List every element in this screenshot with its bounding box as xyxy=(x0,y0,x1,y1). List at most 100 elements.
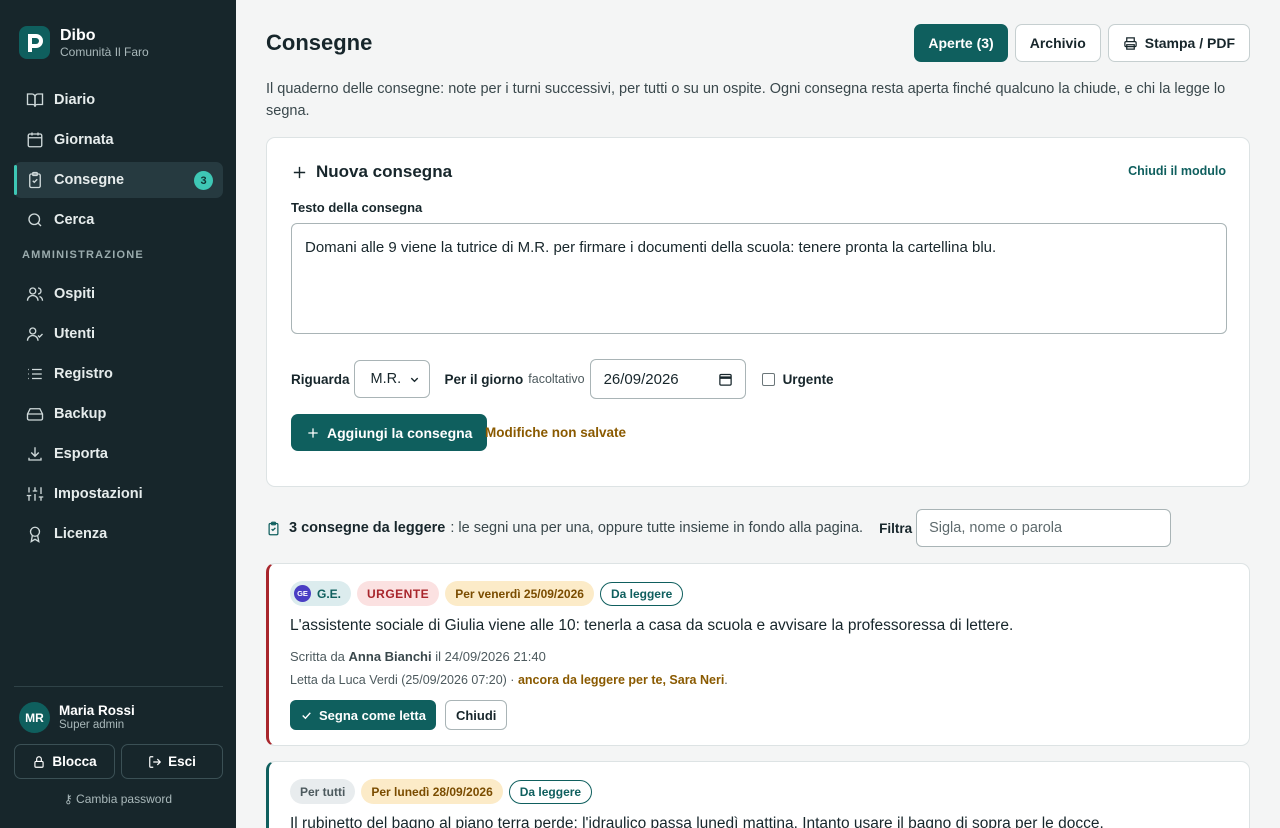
nav-label: Registro xyxy=(54,366,113,382)
logout-button[interactable]: Esci xyxy=(121,744,223,779)
pending-end: . xyxy=(724,673,728,687)
mark-read-button[interactable]: Segna come letta xyxy=(290,700,436,730)
search-icon xyxy=(28,213,42,227)
mark-read-label: Segna come letta xyxy=(319,707,426,723)
day-date-value: 26/09/2026 xyxy=(603,370,679,388)
nav-item-esporta[interactable]: Esporta xyxy=(14,436,223,472)
unread-status-line: 3 consegne da leggere : le segni una per… xyxy=(266,509,1250,547)
guest-select[interactable]: M.R. xyxy=(353,360,430,398)
new-note-form: Nuova consegna Chiudi il modulo Testo de… xyxy=(266,137,1250,487)
printer-icon xyxy=(1124,36,1137,50)
download-icon xyxy=(28,447,42,461)
note-text: L'assistente sociale di Giulia viene all… xyxy=(290,617,1014,634)
filter-label: Filtra xyxy=(879,520,913,536)
list-icon xyxy=(28,368,42,380)
nav-item-cerca[interactable]: Cerca xyxy=(14,202,223,238)
user-role: Super admin xyxy=(59,719,125,731)
admin-section-heading: AMMINISTRAZIONE xyxy=(22,249,144,261)
urgent-checkbox[interactable] xyxy=(761,372,775,386)
note-read-status: Letta da Luca Verdi (25/09/2026 07:20) ·… xyxy=(290,673,728,687)
nav-item-giornata[interactable]: Giornata xyxy=(14,122,223,158)
day-date-input[interactable]: 26/09/2026 xyxy=(589,359,746,399)
current-user: MR Maria Rossi Super admin xyxy=(19,702,135,733)
nav-item-impostazioni[interactable]: Impostazioni xyxy=(14,476,223,512)
pending-reader: ancora da leggere per te, Sara Neri xyxy=(517,673,725,687)
written-suffix: il 24/09/2026 21:40 xyxy=(435,649,546,664)
day-optional: facoltativo xyxy=(528,372,585,386)
print-label: Stampa / PDF xyxy=(1144,35,1235,51)
nav-item-ospiti[interactable]: Ospiti xyxy=(14,276,223,312)
add-note-label: Aggiungi la consegna xyxy=(327,424,473,441)
archive-button[interactable]: Archivio xyxy=(1014,24,1101,62)
to-read-tag: Da leggere xyxy=(599,581,684,606)
filter-input[interactable]: Sigla, nome o parola xyxy=(916,509,1172,547)
lock-icon xyxy=(34,755,45,768)
nav-label: Consegne xyxy=(54,172,125,188)
unread-hint: : le segni una per una, oppure tutte ins… xyxy=(450,520,864,536)
nav-label: Ospiti xyxy=(54,286,96,302)
note-card: Per tutti Per lunedì 28/09/2026 Da legge… xyxy=(266,761,1250,828)
urgent-label: Urgente xyxy=(782,371,834,387)
calendar-icon xyxy=(27,132,43,148)
page-intro: Il quaderno delle consegne: note per i t… xyxy=(266,81,1226,119)
change-password-label: Cambia password xyxy=(76,792,173,806)
text-label: Testo della consegna xyxy=(291,200,423,215)
main-nav: Diario Giornata Consegne 3 Cerca AMMINIS… xyxy=(14,82,223,556)
urgent-tag: URGENTE xyxy=(357,581,440,606)
check-icon xyxy=(302,711,311,719)
nav-item-utenti[interactable]: Utenti xyxy=(14,316,223,352)
nav-label: Backup xyxy=(54,406,107,422)
sidebar-divider xyxy=(14,686,223,687)
read-by: Letta da Luca Verdi (25/09/2026 07:20) · xyxy=(290,673,518,687)
note-author-line: Scritta da Anna Bianchi il 24/09/2026 21… xyxy=(290,649,546,664)
plus-icon xyxy=(293,166,306,178)
note-tags: GE G.E. URGENTE Per venerdì 25/09/2026 D… xyxy=(290,581,684,606)
logout-icon xyxy=(149,755,162,768)
form-title-text: Nuova consegna xyxy=(316,162,453,181)
print-pdf-button[interactable]: Stampa / PDF xyxy=(1107,24,1250,62)
sliders-icon xyxy=(26,487,44,501)
logout-label: Esci xyxy=(168,754,196,769)
to-read-tag: Da leggere xyxy=(508,779,593,804)
nav-label: Impostazioni xyxy=(54,486,143,502)
note-text-input[interactable]: Domani alle 9 viene la tutrice di M.R. p… xyxy=(291,223,1227,334)
note-author: Anna Bianchi xyxy=(348,649,432,664)
audience-tag: Per tutti xyxy=(290,779,356,804)
nav-label: Diario xyxy=(54,92,96,108)
user-check-icon xyxy=(26,327,43,341)
unread-count: 3 consegne da leggere xyxy=(289,520,446,536)
add-note-button[interactable]: Aggiungi la consegna xyxy=(291,414,488,451)
guest-initials: GE xyxy=(294,585,311,602)
nav-label: Cerca xyxy=(54,212,95,228)
brand-name: Dibo xyxy=(60,26,96,44)
nav-item-consegne[interactable]: Consegne 3 xyxy=(14,162,223,198)
close-note-button[interactable]: Chiudi xyxy=(444,700,508,730)
guest-tag[interactable]: GE G.E. xyxy=(290,581,352,606)
clipboard-check-icon xyxy=(268,521,279,535)
lock-button[interactable]: Blocca xyxy=(14,744,115,779)
page-title: Consegne xyxy=(266,30,373,55)
written-prefix: Scritta da xyxy=(290,649,345,664)
sidebar: Dibo Comunità Il Faro Diario Giornata Co… xyxy=(0,0,236,828)
close-form-link[interactable]: Chiudi il modulo xyxy=(1128,164,1226,178)
form-title: Nuova consegna xyxy=(291,162,452,182)
community-name: Comunità Il Faro xyxy=(60,44,149,59)
calendar-icon[interactable] xyxy=(718,372,733,387)
nav-label: Giornata xyxy=(54,132,114,148)
nav-label: Esporta xyxy=(54,446,108,462)
chevron-down-icon xyxy=(410,377,418,382)
nav-item-diario[interactable]: Diario xyxy=(14,82,223,118)
avatar: MR xyxy=(19,702,50,733)
nav-item-registro[interactable]: Registro xyxy=(14,356,223,392)
nav-label: Licenza xyxy=(54,526,108,542)
nav-item-backup[interactable]: Backup xyxy=(14,396,223,432)
due-date-tag: Per venerdì 25/09/2026 xyxy=(445,581,594,606)
book-icon xyxy=(26,93,44,107)
open-notes-button[interactable]: Aperte (3) xyxy=(914,24,1008,62)
key-icon: ⚷ xyxy=(63,792,77,806)
note-text: Il rubinetto del bagno al piano terra pe… xyxy=(290,815,1104,828)
change-password-link[interactable]: ⚷ Cambia password xyxy=(0,792,236,806)
hard-drive-icon xyxy=(26,408,44,421)
nav-item-licenza[interactable]: Licenza xyxy=(14,516,223,552)
brand[interactable]: Dibo Comunità Il Faro xyxy=(19,26,149,59)
